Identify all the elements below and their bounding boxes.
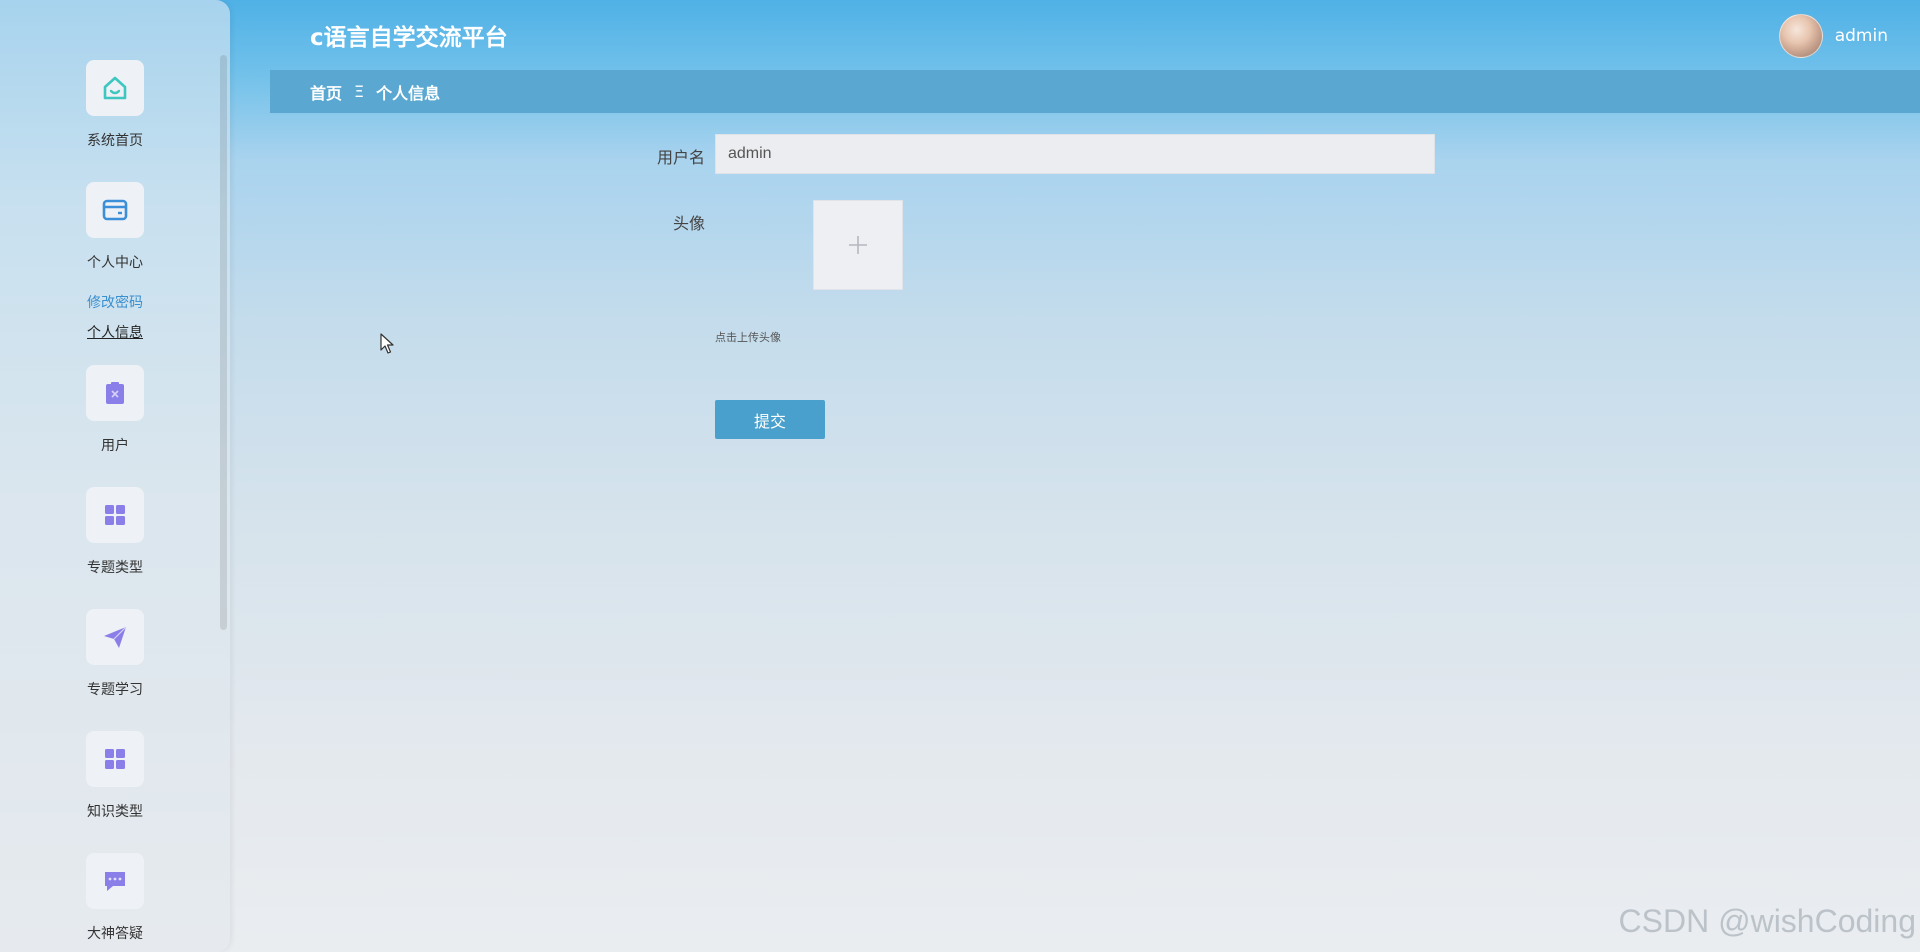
breadcrumb-home[interactable]: 首页 (310, 80, 342, 104)
sidebar-item-label: 个人中心 (87, 255, 143, 271)
sidebar-item-knowledge-type[interactable]: 知识类型 (0, 731, 230, 821)
upload-hint: 点击上传头像 (715, 331, 781, 344)
grid-icon (86, 731, 144, 787)
plus-icon (849, 236, 867, 254)
app-title: c语言自学交流平台 (310, 25, 508, 51)
chat-icon (86, 853, 144, 909)
clipboard-icon (86, 365, 144, 421)
username-field[interactable]: admin (715, 134, 1435, 174)
avatar-label: 头像 (672, 214, 705, 233)
sidebar-item-personal-center[interactable]: 个人中心 (0, 182, 230, 272)
sidebar-sublink-personal-info[interactable]: 个人信息 (0, 322, 230, 342)
sidebar-item-label: 专题学习 (87, 682, 143, 698)
sidebar-item-home[interactable]: 系统首页 (0, 60, 230, 150)
card-icon (86, 182, 144, 238)
sidebar-item-label: 大神答疑 (87, 926, 143, 942)
watermark: CSDN @wishCoding (1618, 903, 1916, 939)
sidebar-item-qa[interactable]: 大神答疑 (0, 853, 230, 943)
sidebar-item-topic-study[interactable]: 专题学习 (0, 609, 230, 699)
sidebar-item-label: 专题类型 (87, 560, 143, 576)
home-icon (86, 60, 144, 116)
sidebar-item-label: 知识类型 (87, 804, 143, 820)
breadcrumb: 首页 Ξ 个人信息 (270, 70, 1920, 113)
breadcrumb-separator: Ξ (354, 82, 365, 101)
user-menu[interactable]: admin (1778, 14, 1888, 58)
sidebar-sublink-change-password[interactable]: 修改密码 (0, 292, 230, 312)
mouse-cursor-icon (380, 333, 394, 354)
user-name[interactable]: admin (1835, 26, 1888, 46)
sidebar-item-label: 系统首页 (87, 133, 143, 149)
grid-icon (86, 487, 144, 543)
sidebar-item-label: 用户 (101, 438, 129, 454)
avatar-upload-button[interactable] (813, 200, 903, 290)
sidebar-item-users[interactable]: 用户 (0, 365, 230, 455)
avatar[interactable] (1778, 14, 1823, 58)
submit-button[interactable]: 提交 (715, 400, 825, 439)
sidebar-item-topic-type[interactable]: 专题类型 (0, 487, 230, 577)
breadcrumb-current: 个人信息 (376, 83, 441, 103)
sidebar: 系统首页 个人中心 修改密码 个人信息 用户 专题类型 专题学习 知识类型 大神… (0, 0, 230, 952)
username-label: 用户名 (656, 148, 705, 167)
paper-plane-icon (86, 609, 144, 665)
